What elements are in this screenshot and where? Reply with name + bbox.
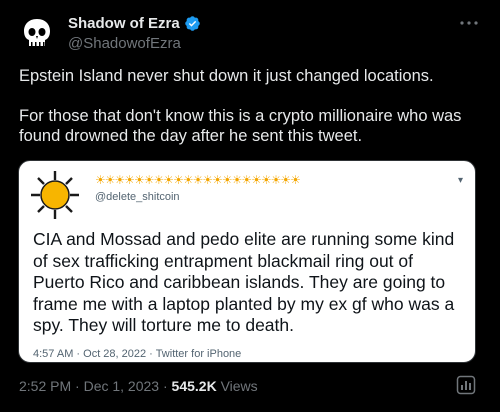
analytics-bars-icon: [456, 375, 476, 395]
tweet-text: Epstein Island never shut down it just c…: [19, 66, 484, 146]
views-label: Views: [220, 378, 258, 394]
embedded-tweet-text: CIA and Mossad and pedo elite are runnin…: [33, 229, 455, 335]
tweet-meta: 2:52 PM · Dec 1, 2023 · 545.2K Views: [19, 378, 258, 394]
analytics-icon[interactable]: [456, 375, 476, 395]
meta-separator: ·: [162, 378, 168, 394]
more-dots-icon: [460, 21, 478, 25]
embedded-handle: @delete_shitcoin: [95, 191, 180, 203]
skull-icon: [17, 13, 57, 53]
author-name-text[interactable]: Shadow of Ezra: [68, 15, 180, 32]
author-avatar[interactable]: [17, 13, 57, 53]
author-name[interactable]: Shadow of Ezra: [68, 15, 201, 32]
verified-badge-icon: [184, 16, 200, 31]
embedded-display-name: ☀☀☀☀☀☀☀☀☀☀☀☀☀☀☀☀☀☀☀☀☀: [95, 173, 301, 187]
more-icon[interactable]: [458, 14, 480, 32]
timestamp[interactable]: 2:52 PM · Dec 1, 2023: [19, 378, 159, 394]
embedded-tweet-meta: 4:57 AM · Oct 28, 2022 · Twitter for iPh…: [33, 348, 242, 360]
tweet-paragraph-2: For those that don't know this is a cryp…: [19, 107, 462, 145]
author-handle[interactable]: @ShadowofEzra: [68, 35, 181, 52]
sun-avatar-icon: [31, 171, 79, 219]
tweet-paragraph-1: Epstein Island never shut down it just c…: [19, 67, 434, 85]
chevron-down-icon: ▾: [457, 175, 463, 186]
views-count: 545.2K: [171, 378, 217, 394]
embedded-tweet-image[interactable]: ☀☀☀☀☀☀☀☀☀☀☀☀☀☀☀☀☀☀☀☀☀ ▾ @delete_shitcoin…: [18, 160, 476, 363]
